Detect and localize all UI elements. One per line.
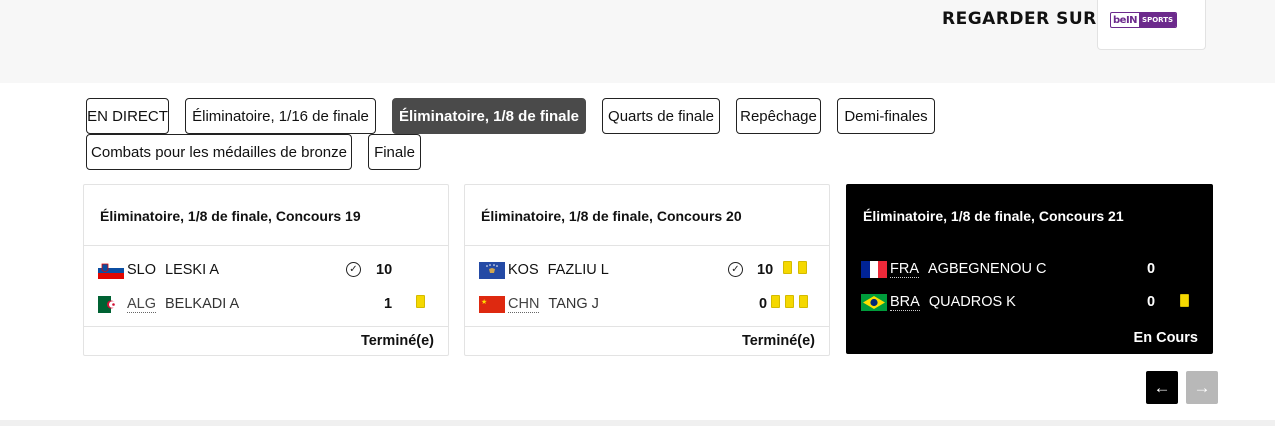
divider — [84, 326, 448, 327]
match-title: Éliminatoire, 1/8 de finale, Concours 20 — [481, 208, 742, 224]
divider — [84, 245, 448, 246]
score: 10 — [757, 262, 774, 278]
country-code: BRA — [890, 293, 920, 311]
algeria-flag-icon — [98, 295, 124, 313]
bein-sports-logo[interactable]: beIN SPORTS — [1097, 0, 1206, 50]
tab-live[interactable]: EN DIRECT — [86, 98, 169, 134]
brazil-flag-icon — [861, 293, 887, 311]
arrow-right-icon: → — [1193, 377, 1211, 397]
tab-round-of-32[interactable]: Éliminatoire, 1/16 de finale — [185, 98, 376, 134]
yellow-card-icon — [785, 295, 794, 308]
tab-final[interactable]: Finale — [368, 134, 421, 170]
score: 0 — [759, 296, 768, 312]
athlete-name: TANG J — [548, 296, 599, 312]
tab-bronze-medal[interactable]: Combats pour les médailles de bronze — [86, 134, 352, 170]
match-status: En Cours — [1133, 330, 1198, 346]
yellow-card-icon — [798, 261, 807, 274]
divider — [465, 326, 829, 327]
yellow-card-icon — [771, 295, 780, 308]
next-arrow-button[interactable]: → — [1186, 371, 1218, 404]
kosovo-flag-icon — [479, 261, 505, 279]
previous-arrow-button[interactable]: ← — [1146, 371, 1178, 404]
score: 0 — [1147, 261, 1156, 277]
yellow-card-icon — [416, 295, 425, 308]
top-bar: REGARDER SUR beIN SPORTS — [0, 0, 1275, 83]
score: 1 — [384, 296, 393, 312]
tab-repechage[interactable]: Repêchage — [736, 98, 821, 134]
score: 10 — [376, 262, 393, 278]
bein-sports-icon: beIN SPORTS — [1110, 12, 1178, 28]
country-code: ALG — [127, 295, 157, 313]
country-code: SLO — [127, 262, 157, 278]
athlete-name: BELKADI A — [165, 296, 240, 312]
match-status: Terminé(e) — [360, 333, 434, 349]
france-flag-icon — [861, 260, 887, 278]
match-status: Terminé(e) — [741, 333, 815, 349]
match-card-20[interactable]: Éliminatoire, 1/8 de finale, Concours 20… — [464, 184, 830, 356]
china-flag-icon: ★ — [479, 295, 505, 313]
yellow-card-icon — [783, 261, 792, 274]
athlete-name: LESKI A — [165, 262, 220, 278]
score: 0 — [1147, 294, 1156, 310]
slovenia-flag-icon — [98, 261, 124, 279]
tab-semi-finals[interactable]: Demi-finales — [837, 98, 935, 134]
divider — [465, 245, 829, 246]
country-code: CHN — [508, 295, 540, 313]
footer-strip — [0, 420, 1275, 426]
winner-check-icon: ✓ — [728, 262, 743, 277]
athlete-name: AGBEGNENOU C — [928, 261, 1047, 277]
tab-round-of-16[interactable]: Éliminatoire, 1/8 de finale — [392, 98, 586, 134]
match-card-21[interactable]: Éliminatoire, 1/8 de finale, Concours 21… — [846, 184, 1213, 354]
match-title: Éliminatoire, 1/8 de finale, Concours 21 — [863, 208, 1124, 224]
tab-quarter-finals[interactable]: Quarts de finale — [602, 98, 720, 134]
arrow-left-icon: ← — [1153, 377, 1171, 397]
athlete-name: FAZLIU L — [547, 262, 609, 278]
winner-check-icon: ✓ — [346, 262, 361, 277]
athlete-name: QUADROS K — [928, 294, 1016, 310]
match-title: Éliminatoire, 1/8 de finale, Concours 19 — [100, 208, 361, 224]
country-code: FRA — [890, 260, 919, 278]
yellow-card-icon — [799, 295, 808, 308]
match-card-19[interactable]: Éliminatoire, 1/8 de finale, Concours 19… — [83, 184, 449, 356]
watch-on-label: REGARDER SUR — [942, 9, 1097, 29]
country-code: KOS — [508, 262, 539, 278]
yellow-card-icon — [1180, 294, 1189, 307]
svg-text:★: ★ — [481, 298, 487, 306]
